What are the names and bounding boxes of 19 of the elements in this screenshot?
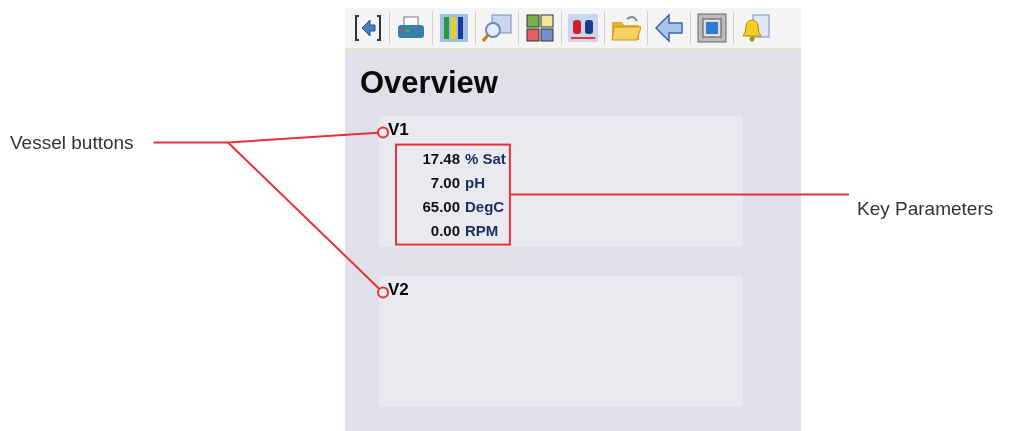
vessels-icon[interactable] bbox=[566, 11, 600, 45]
page-title: Overview bbox=[360, 64, 499, 102]
parameter-value: 7.00 bbox=[429, 172, 460, 193]
tiles-icon[interactable] bbox=[523, 11, 557, 45]
parameter-unit: pH bbox=[465, 172, 486, 193]
parameter-unit: % Sat bbox=[465, 148, 506, 169]
callout-label: Key Parameters bbox=[857, 198, 994, 219]
vessel-button[interactable]: V1 bbox=[388, 120, 409, 141]
callout-label: Vessel buttons bbox=[10, 132, 134, 153]
parameter-value: 17.48 bbox=[421, 148, 460, 169]
vessel-button[interactable]: V2 bbox=[388, 280, 409, 301]
parameter-unit: DegC bbox=[465, 196, 506, 217]
parameter-value: 65.00 bbox=[421, 196, 460, 217]
parameter-unit: RPM bbox=[465, 220, 500, 241]
frame-icon[interactable] bbox=[695, 11, 729, 45]
bar-meter-icon[interactable] bbox=[437, 11, 471, 45]
search-icon[interactable] bbox=[480, 11, 514, 45]
back-arrow-icon[interactable] bbox=[652, 11, 686, 45]
parameter-value: 0.00 bbox=[429, 220, 460, 241]
